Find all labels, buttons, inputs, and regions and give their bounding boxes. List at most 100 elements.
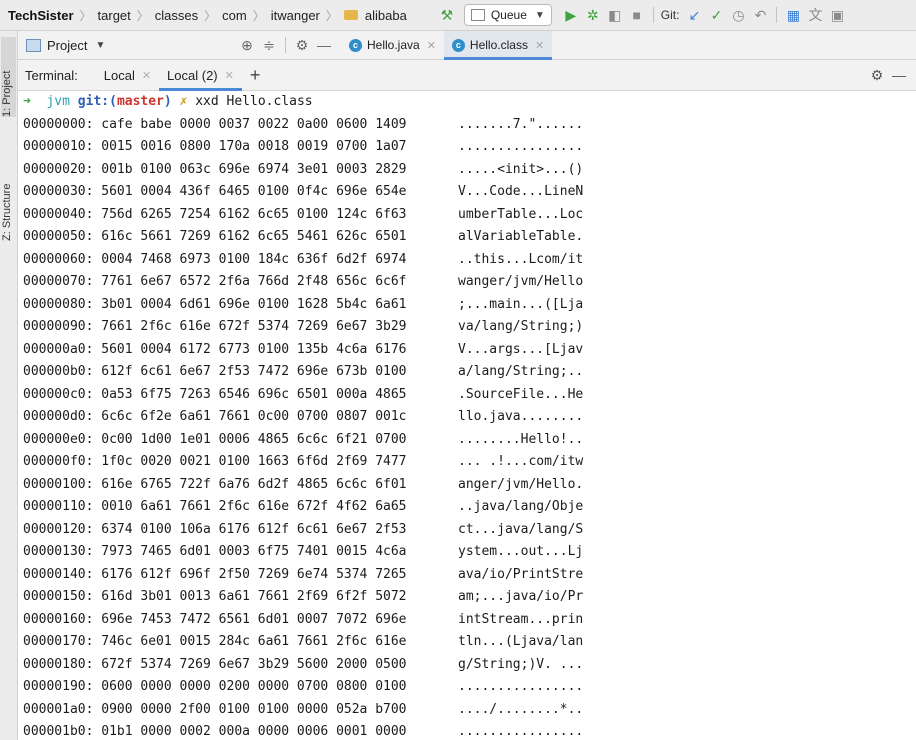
project-structure-icon[interactable]: ▦ [782,4,804,26]
folder-icon [343,10,358,20]
breadcrumb-com[interactable]: com [219,8,250,23]
hexdump-ascii: .......7."...... [458,116,584,132]
hexdump-line: 000000e0: 0c00 1d00 1e01 0006 4865 6c6c … [23,429,583,452]
hexdump-line: 00000150: 616d 3b01 0013 6a61 7661 2f69 … [23,586,583,609]
breadcrumb-separator-icon: 〉 [79,8,92,23]
hexdump-ascii: a/lang/String;.. [458,364,584,379]
hexdump-line: 00000160: 696e 7453 7472 6561 6d01 0007 … [23,609,583,632]
prompt-dirty-icon: ✗ [179,94,188,109]
editor-tab-hello-class[interactable]: c Hello.class ✕ [443,31,553,60]
prompt-directory: jvm [46,94,70,109]
close-icon[interactable]: ✕ [535,39,544,52]
hexdump-ascii: ........Hello!.. [458,431,584,447]
terminal-tab-local[interactable]: Local ✕ [96,60,159,90]
hexdump-ascii: ;...main...([Lja [458,296,584,312]
stop-icon[interactable]: ■ [626,4,648,26]
breadcrumb-target[interactable]: target [95,8,134,23]
hexdump-hex: 000001b0: 01b1 0000 0002 000a 0000 0006 … [23,724,407,739]
hexdump-ascii: g/String;)V. ... [458,656,584,672]
hexdump-ascii: am;...java/io/Pr [458,589,584,604]
locate-crosshair-icon[interactable]: ⊕ [236,34,258,56]
terminal-tab-label: Local [103,67,135,83]
add-terminal-plus-icon[interactable]: + [250,65,261,86]
hexdump-line: 000000b0: 612f 6c61 6e67 2f53 7472 696e … [23,361,583,384]
hexdump-hex: 00000160: 696e 7453 7472 6561 6d01 0007 … [23,611,407,627]
hexdump-line: 00000130: 7973 7465 6d01 0003 6f75 7401 … [23,541,583,564]
project-view-selector[interactable]: Project ▼ [18,38,226,53]
breadcrumb-itwanger[interactable]: itwanger [268,8,323,23]
hexdump-hex: 00000130: 7973 7465 6d01 0003 6f75 7401 … [23,544,407,559]
hexdump-ascii: umberTable...Loc [458,206,584,222]
breadcrumb-project[interactable]: TechSister [0,8,77,23]
hexdump-hex: 00000190: 0600 0000 0000 0200 0000 0700 … [23,679,407,694]
breadcrumb-alibaba[interactable]: alibaba [362,8,410,23]
hexdump-ascii: ................ [458,724,584,739]
hexdump-line: 000000f0: 1f0c 0020 0021 0100 1663 6f6d … [23,451,583,474]
terminal-window-icon[interactable]: ▣ [826,4,848,26]
project-view-label: Project [47,37,88,53]
coverage-icon[interactable]: ◧ [604,4,626,26]
hexdump-hex: 00000120: 6374 0100 106a 6176 612f 6c61 … [23,521,407,537]
git-history-clock-icon[interactable]: ◷ [727,4,749,26]
breadcrumb-separator-icon: 〉 [204,8,217,23]
hexdump-hex: 00000070: 7761 6e67 6572 2f6a 766d 2f48 … [23,274,407,289]
rollback-icon[interactable]: ↶ [749,4,771,26]
hexdump-hex: 000000e0: 0c00 1d00 1e01 0006 4865 6c6c … [23,431,407,447]
tool-tab-structure[interactable]: Z: Structure [1,161,16,241]
hexdump-hex: 00000050: 616c 5661 7269 6162 6c65 5461 … [23,229,407,244]
hexdump-line: 00000030: 5601 0004 436f 6465 0100 0f4c … [23,181,583,204]
editor-tab-hello-java[interactable]: c Hello.java ✕ [341,31,444,59]
hexdump-line: 00000140: 6176 612f 696f 2f50 7269 6e74 … [23,564,583,587]
hexdump-line: 00000100: 616e 6765 722f 6a76 6d2f 4865 … [23,474,583,497]
toolbar-divider [776,7,778,23]
settings-gear-icon[interactable]: ⚙ [291,34,313,56]
breadcrumb-separator-icon: 〉 [136,8,149,23]
hexdump-line: 000000d0: 6c6c 6f2e 6a61 7661 0c00 0700 … [23,406,583,429]
hide-minus-icon[interactable]: — [888,64,910,86]
close-icon[interactable]: ✕ [427,39,436,52]
run-icon[interactable]: ▶ [560,4,582,26]
build-hammer-icon[interactable]: ⚒ [436,4,458,26]
git-commit-check-icon[interactable]: ✓ [705,4,727,26]
hexdump-ascii: ..../........*.. [458,701,584,717]
terminal-tab-local-2[interactable]: Local (2) ✕ [159,60,242,91]
hexdump-ascii: tln...(Ljava/lan [458,634,584,649]
run-configuration-select[interactable]: Queue ▼ [463,4,552,26]
toolbar-divider [285,37,286,53]
hexdump-ascii: ................ [458,139,584,154]
hexdump-ascii: intStream...prin [458,611,584,627]
java-class-icon: c [349,38,362,52]
debug-bug-icon[interactable]: ✲ [582,4,604,26]
chevron-down-icon: ▼ [95,39,106,51]
hexdump-hex: 00000150: 616d 3b01 0013 6a61 7661 2f69 … [23,589,407,604]
tool-tab-project[interactable]: 1: Project [1,37,16,117]
project-view-icon [26,38,41,52]
hexdump-ascii: llo.java........ [458,409,584,424]
breadcrumb-classes[interactable]: classes [152,8,201,23]
hexdump-hex: 00000010: 0015 0016 0800 170a 0018 0019 … [23,139,407,154]
close-icon[interactable]: ✕ [225,69,234,82]
close-icon[interactable]: ✕ [142,69,151,82]
hexdump-hex: 000000c0: 0a53 6f75 7263 6546 696c 6501 … [23,386,407,402]
collapse-all-icon[interactable]: ≑ [258,34,280,56]
hexdump-hex: 00000140: 6176 612f 696f 2f50 7269 6e74 … [23,566,407,582]
run-configuration-label: Queue [490,8,527,22]
hexdump-line: 00000040: 756d 6265 7254 6162 6c65 0100 … [23,204,583,227]
hexdump-line: 000001b0: 01b1 0000 0002 000a 0000 0006 … [23,721,583,740]
hexdump-ascii: alVariableTable. [458,229,584,244]
hexdump-line: 00000110: 0010 6a61 7661 2f6c 616e 672f … [23,496,583,519]
hexdump-hex: 000000b0: 612f 6c61 6e67 2f53 7472 696e … [23,364,407,379]
translate-icon[interactable]: 文 [804,4,826,26]
git-update-arrow-icon[interactable]: ↙ [683,4,705,26]
hexdump-hex: 00000040: 756d 6265 7254 6162 6c65 0100 … [23,206,407,222]
terminal-output[interactable]: ➜ jvm git:(master) ✗ xxd Hello.class 000… [18,91,916,740]
hide-minus-icon[interactable]: — [313,34,335,56]
hexdump-hex: 00000180: 672f 5374 7269 6e67 3b29 5600 … [23,656,407,672]
hexdump-line: 00000020: 001b 0100 063c 696e 6974 3e01 … [23,159,583,182]
hexdump-line: 00000000: cafe babe 0000 0037 0022 0a00 … [23,114,583,137]
settings-gear-icon[interactable]: ⚙ [866,64,888,86]
toolbar-divider [652,7,654,23]
hexdump-hex: 000000d0: 6c6c 6f2e 6a61 7661 0c00 0700 … [23,409,407,424]
hexdump-ascii: V...Code...LineN [458,184,584,199]
hexdump-ascii: ..this...Lcom/it [458,251,584,267]
